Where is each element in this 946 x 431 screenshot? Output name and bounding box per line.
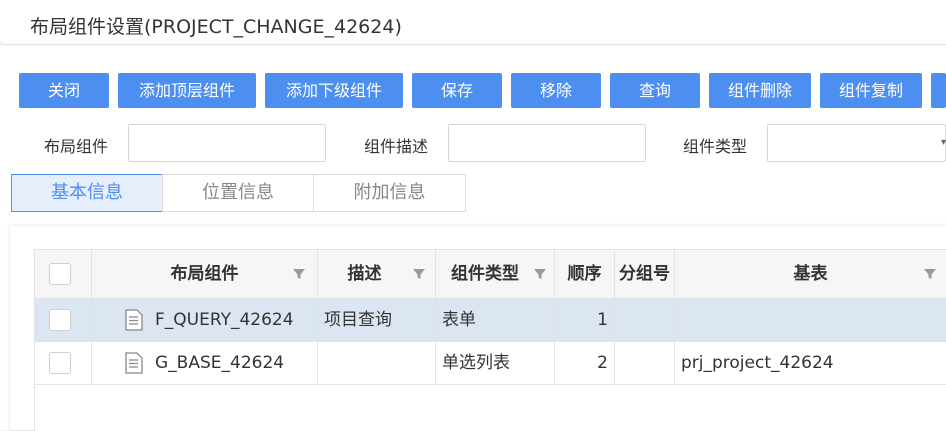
query-button[interactable]: 查询 [610,73,700,108]
header-description-label: 描述 [347,264,382,284]
cell-component-type[interactable]: 单选列表 [436,342,555,385]
header-layout-component-label: 布局组件 [170,264,239,284]
remove-button[interactable]: 移除 [511,73,601,108]
select-all-checkbox[interactable] [49,263,71,285]
header-group-number[interactable]: 分组号 [615,250,675,299]
cell-order[interactable]: 1 [555,299,615,342]
component-grid: 布局组件 描述 组件类型 顺序 分组号 基表 F_QUERY_42624 项目查… [34,249,946,431]
component-type-label: 组件类型 [683,137,748,156]
cell-group-number[interactable] [615,342,675,385]
header-order[interactable]: 顺序 [555,250,615,299]
funnel-icon[interactable] [292,267,306,281]
row-checkbox[interactable] [49,309,71,331]
component-name: F_QUERY_42624 [155,310,294,330]
document-icon [125,309,143,331]
layout-component-label: 布局组件 [44,137,109,156]
component-desc-input[interactable] [448,124,646,162]
header-select-all-cell [35,250,92,299]
header-base-table-label: 基表 [793,264,828,284]
close-button[interactable]: 关闭 [19,73,109,108]
funnel-icon[interactable] [923,267,937,281]
header-layout-component[interactable]: 布局组件 [92,250,318,299]
tab-additional-info[interactable]: 附加信息 [313,174,466,212]
funnel-icon[interactable] [533,267,547,281]
more-toolbar-button[interactable] [931,73,946,108]
cell-description[interactable] [318,342,436,385]
header-base-table[interactable]: 基表 [675,250,946,299]
cell-description[interactable]: 项目查询 [318,299,436,342]
cell-group-number[interactable] [615,299,675,342]
document-icon [125,352,143,374]
cell-component-type[interactable]: 表单 [436,299,555,342]
header-component-type-label: 组件类型 [451,264,519,284]
row-checkbox[interactable] [49,352,71,374]
funnel-icon[interactable] [412,267,426,281]
row-select-cell [35,299,92,342]
component-name: G_BASE_42624 [155,353,285,373]
cell-layout-component[interactable]: F_QUERY_42624 [92,299,318,342]
header-description[interactable]: 描述 [318,250,436,299]
cell-base-table[interactable]: prj_project_42624 [675,342,946,385]
tab-basic-info[interactable]: 基本信息 [11,174,163,212]
cell-base-table[interactable] [675,299,946,342]
layout-component-input[interactable] [128,124,326,162]
cell-order[interactable]: 2 [555,342,615,385]
save-button[interactable]: 保存 [412,73,502,108]
copy-component-button[interactable]: 组件复制 [820,73,922,108]
add-top-component-button[interactable]: 添加顶层组件 [118,73,256,108]
cell-layout-component[interactable]: G_BASE_42624 [92,342,318,385]
delete-component-button[interactable]: 组件删除 [709,73,811,108]
page-title: 布局组件设置(PROJECT_CHANGE_42624) [30,16,402,38]
component-desc-label: 组件描述 [364,137,429,156]
header-component-type[interactable]: 组件类型 [436,250,555,299]
component-type-select[interactable]: ▾ [767,124,946,162]
title-bar: 布局组件设置(PROJECT_CHANGE_42624) [0,0,946,45]
chevron-down-icon: ▾ [941,137,946,148]
add-child-component-button[interactable]: 添加下级组件 [265,73,403,108]
tab-position-info[interactable]: 位置信息 [162,174,314,212]
row-select-cell [35,342,92,385]
